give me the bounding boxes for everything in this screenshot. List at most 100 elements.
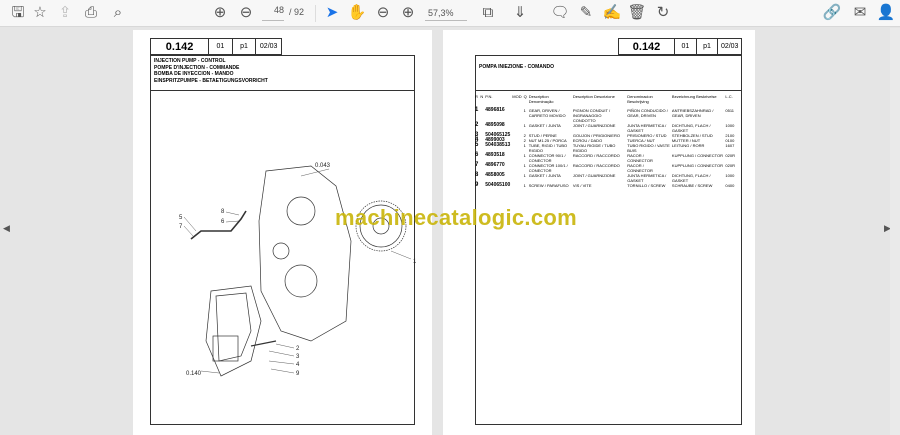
watermark: machinecatalogic.com xyxy=(335,205,577,230)
cell-d1: GASKET / JUNTA xyxy=(528,123,561,128)
cell-empty xyxy=(511,153,522,163)
toolbar: 🖫 ☆ ⇪ ⎙ ⌕ ⊕ ⊖ 48 / 92 ➤ ✋ ⊖ ⊕ 57,3% ⧉ ⇓ … xyxy=(0,0,900,27)
sign-icon[interactable]: ✍ xyxy=(602,4,622,22)
cell-d2: RACCORD / RACCORDO xyxy=(572,163,620,168)
rotate-icon[interactable]: ↻ xyxy=(653,4,673,22)
cell-d1: TUBE, RIGID / TUBO RIGIDO xyxy=(528,143,568,153)
page-up-icon[interactable]: ⊕ xyxy=(210,4,230,22)
table-row: 8 4858005 1 GASKET / JUNTA JOINT / GUARNIZIO… xyxy=(474,172,736,183)
cell-lc: 020R xyxy=(725,163,735,168)
callout-0140: 0.140 xyxy=(186,371,202,377)
cell-d3: JUNTA HERMETICA / GASKET xyxy=(627,123,667,133)
table-row: 5 504038513 1 TUBE, RIGID / TUBO RIGIDO TUYA… xyxy=(474,142,736,153)
column-header: Denominacion Beschrijving xyxy=(627,94,653,104)
group-code: 0.142 xyxy=(632,40,661,53)
zoom-in-icon[interactable]: ⊕ xyxy=(398,4,418,22)
fit-page-icon[interactable]: ⧉ xyxy=(478,4,498,22)
table-row: 2 4895098 1 GASKET / JUNTA JOINT / GUARNIZIO… xyxy=(474,122,736,133)
cell-d2: PIGNON CONDUIT / INGRANAGGIO CONDOTTO xyxy=(572,108,611,123)
cell-empty xyxy=(511,143,522,153)
cell-pn: 504065100 xyxy=(485,182,511,188)
callout-3: 3 xyxy=(296,354,300,360)
header-cell: p1 xyxy=(695,39,718,54)
callout-9: 9 xyxy=(296,371,300,377)
cell-d1: GEAR, DRIVEN / CARRETO MOVIDO xyxy=(528,108,566,118)
vertical-scrollbar[interactable] xyxy=(890,28,900,435)
cell-lc: 1000 xyxy=(725,123,735,128)
cell-pn: 4896816 xyxy=(485,107,505,113)
column-header: P.N. xyxy=(485,94,493,99)
cell-empty xyxy=(511,163,522,173)
header-cell: 01 xyxy=(208,39,232,54)
callout-8: 8 xyxy=(221,209,225,215)
account-icon[interactable]: 👤 xyxy=(876,4,896,22)
group-code: 0.142 xyxy=(165,40,194,53)
callout-5: 5 xyxy=(179,215,183,221)
header-cell: 02/03 xyxy=(255,39,281,54)
cell-d3: PIÑON CONDUCIDO / GEAR, DRIVEN xyxy=(627,108,668,118)
select-cursor-icon[interactable]: ➤ xyxy=(322,4,342,22)
page-number-input[interactable]: 48 xyxy=(262,5,284,21)
cell-d2: RACCORD / RACCORDO xyxy=(572,153,620,158)
cell-d4: LEITUNG / RORR xyxy=(671,143,705,148)
page-header: 0.142 01 p1 02/03 xyxy=(618,38,742,55)
cell-empty xyxy=(511,183,522,188)
prev-page-arrow-icon[interactable]: ◀ xyxy=(3,223,10,234)
cell-d3: JUNTA HERMETICA / GASKET xyxy=(627,173,667,183)
zoom-out-icon[interactable]: ⊖ xyxy=(373,4,393,22)
header-cell: p1 xyxy=(231,39,256,54)
delete-icon[interactable]: 🗑 xyxy=(627,4,647,22)
page-header: 0.142 01 p1 02/03 xyxy=(150,38,282,55)
hand-icon[interactable]: ✋ xyxy=(347,4,367,22)
header-cell: 02/03 xyxy=(717,39,741,54)
table-row: 7 4896770 1 CONNECTOR 100/1 / CONECTOR RACCO… xyxy=(474,162,736,173)
cell-lc: 0400 xyxy=(725,183,735,188)
callout-0043: 0.043 xyxy=(315,163,331,169)
cell-empty xyxy=(511,108,522,123)
cell-lc: 0511 xyxy=(725,108,735,113)
table-row: 9 504065100 1 SCREW / PARAFUSO VIS / VITE TOR… xyxy=(474,182,736,188)
housing xyxy=(258,165,352,342)
callout-1: 1 xyxy=(413,259,416,265)
cell-d4: DICHTUNG, FLACH / GASKET xyxy=(671,123,711,133)
page-total: / 92 xyxy=(289,7,305,17)
page-title: POMPA INIEZIONE - COMANDO xyxy=(476,56,741,91)
cell-d1: CONNECTOR 100/1 / CONECTOR xyxy=(528,163,568,173)
cell-d2: VIS / VITE xyxy=(572,183,592,188)
cell-d1: SCREW / PARAFUSO xyxy=(528,183,569,188)
highlight-pen-icon[interactable]: ✎ xyxy=(576,4,596,22)
cell-d2: TUYAU RIGIDE / TUBO RIGIDO xyxy=(572,143,616,153)
save-icon[interactable]: 🖫 xyxy=(8,4,28,22)
drawing-frame: INJECTION PUMP - CONTROL POMPE D'INJECTI… xyxy=(150,55,416,425)
cell-d3: TUBO RIGIDO / VASTE BUIS xyxy=(627,143,670,153)
scroll-mode-icon[interactable]: ⇓ xyxy=(510,4,530,22)
callout-4: 4 xyxy=(296,362,300,368)
find-icon[interactable]: ⌕ xyxy=(108,4,128,22)
cell-lc: 020R xyxy=(725,153,735,158)
email-icon[interactable]: ✉ xyxy=(850,4,870,22)
comment-icon[interactable]: 🗨 xyxy=(550,4,570,22)
print-icon[interactable]: ⎙ xyxy=(81,4,101,22)
table-row: 1 4896816 1 GEAR, DRIVEN / CARRETO MOVIDO PI… xyxy=(474,107,736,123)
callout-2: 2 xyxy=(296,346,300,352)
left-page: 0.142 01 p1 02/03 INJECTION PUMP - CONTR… xyxy=(133,30,432,435)
cell-d3: RACOR / CONNECTOR xyxy=(627,163,653,173)
cell-lc: 1000 xyxy=(725,173,735,178)
bookmark-star-icon[interactable]: ☆ xyxy=(30,4,50,22)
cell-d4: KUPPLUNG / CONNECTOR xyxy=(671,163,723,168)
page-down-icon[interactable]: ⊖ xyxy=(236,4,256,22)
cell-d2: JOINT / GUARNIZIONE xyxy=(572,123,616,128)
parts-table: R N P.N. MOD Q Description Denominação Descrip… xyxy=(474,94,736,188)
upload-cloud-icon[interactable]: ⇪ xyxy=(55,4,75,22)
title-de: EINSPRITZPUMPE - BETAETIGUNGSVORRICHT xyxy=(154,77,268,84)
zoom-select[interactable]: 57,3% xyxy=(425,5,467,21)
column-header: Description Denominação xyxy=(528,94,554,104)
share-link-icon[interactable]: 🔗 xyxy=(822,4,842,22)
table-row: 6 4893518 1 CONNECTOR 90/1 / CONECTOR RACCOR… xyxy=(474,152,736,163)
cell-d4: SCHRAUBE / SCREW xyxy=(671,183,713,188)
cell-lc: 1607 xyxy=(725,143,735,148)
column-header: L.C. xyxy=(725,94,733,99)
title-block: INJECTION PUMP - CONTROL POMPE D'INJECTI… xyxy=(151,56,414,91)
exploded-diagram: 0.043 1 5 7 8 6 2 3 4 9 0.140 xyxy=(179,163,416,377)
column-header: Description Descrizione xyxy=(572,94,615,99)
